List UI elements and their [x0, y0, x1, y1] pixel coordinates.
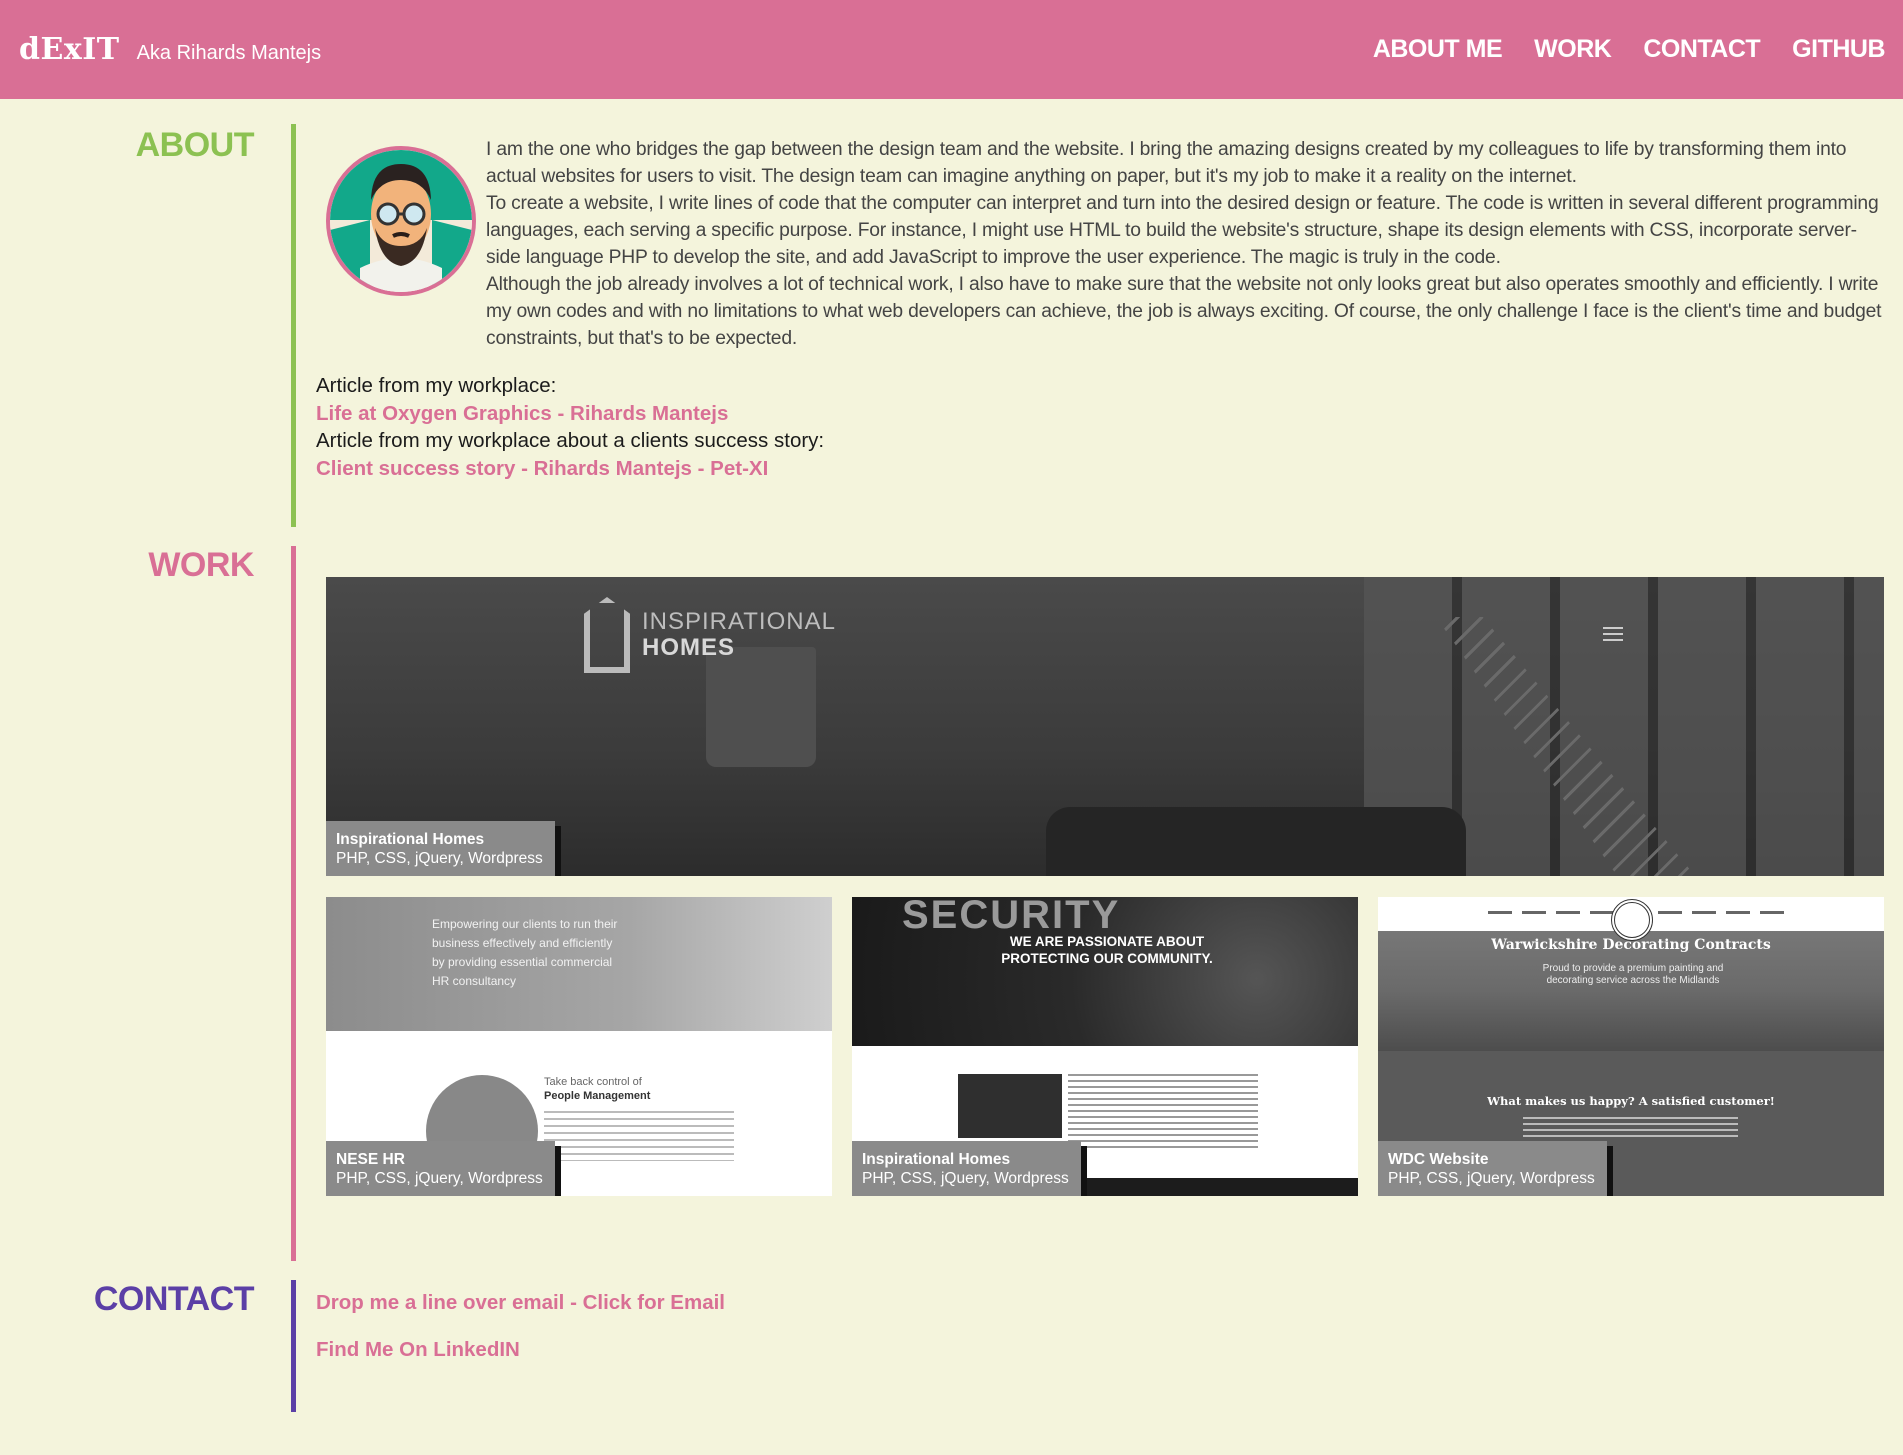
wdc-question: What makes us happy? A satisfied custome… — [1487, 1094, 1775, 1108]
tile-caption-stack: PHP, CSS, jQuery, Wordpress — [862, 1170, 1069, 1187]
wdc-banner-text: Proud to provide a premium painting and … — [1542, 963, 1724, 986]
brand: dExIT Aka Rihards Mantejs — [19, 32, 321, 67]
bio-paragraph-3: Although the job already involves a lot … — [486, 274, 1882, 349]
house-icon — [584, 597, 630, 673]
tile-caption-title: NESE HR — [336, 1151, 405, 1168]
about-divider — [291, 124, 296, 527]
security-body-lines — [1068, 1074, 1258, 1148]
tile-caption: NESE HR PHP, CSS, jQuery, Wordpress — [326, 1141, 555, 1196]
work-tile-security[interactable]: SECURITY WE ARE PASSIONATE ABOUT PROTECT… — [852, 897, 1358, 1196]
tile-caption-title: Inspirational Homes — [862, 1151, 1011, 1168]
main-nav: ABOUT ME WORK CONTACT GITHUB — [1373, 35, 1886, 64]
tile-caption: WDC Website PHP, CSS, jQuery, Wordpress — [1378, 1141, 1607, 1196]
article-link-oxygen[interactable]: Life at Oxygen Graphics - Rihards Mantej… — [316, 400, 824, 428]
avatar-illustration — [330, 150, 472, 292]
wdc-seal-logo — [1611, 899, 1653, 941]
inspirational-homes-logo: INSPIRATIONAL HOMES — [584, 597, 836, 673]
tile-caption-stack: PHP, CSS, jQuery, Wordpress — [336, 850, 543, 867]
hamburger-menu-icon — [1603, 627, 1623, 641]
nav-github[interactable]: GITHUB — [1792, 35, 1885, 64]
contact-divider — [291, 1280, 296, 1412]
tile-caption: Inspirational Homes PHP, CSS, jQuery, Wo… — [326, 821, 555, 876]
tile-caption-stack: PHP, CSS, jQuery, Wordpress — [336, 1170, 543, 1187]
email-link[interactable]: Drop me a line over email - Click for Em… — [316, 1291, 725, 1315]
about-heading: ABOUT — [135, 126, 255, 164]
nese-banner: Empowering our clients to run their busi… — [326, 897, 832, 1031]
site-logo[interactable]: dExIT — [19, 32, 120, 67]
linkedin-link[interactable]: Find Me On LinkedIN — [316, 1338, 725, 1362]
bio-paragraph-1: I am the one who bridges the gap between… — [486, 139, 1847, 187]
about-bio: I am the one who bridges the gap between… — [486, 136, 1891, 352]
tile-caption: Inspirational Homes PHP, CSS, jQuery, Wo… — [852, 1141, 1081, 1196]
nese-subheading-line: Take back control of — [544, 1076, 642, 1088]
nav-about-me[interactable]: ABOUT ME — [1373, 35, 1503, 64]
article-label-2: Article from my workplace about a client… — [316, 429, 825, 452]
nese-banner-text: Empowering our clients to run their busi… — [432, 917, 618, 988]
hero-logo-line-1: INSPIRATIONAL — [642, 608, 836, 635]
security-photo — [958, 1074, 1062, 1138]
nav-work[interactable]: WORK — [1534, 35, 1612, 64]
nese-subheading: Take back control of People Management — [544, 1075, 650, 1103]
tile-caption-title: WDC Website — [1388, 1151, 1489, 1168]
avatar — [326, 146, 476, 296]
article-link-pet-xi[interactable]: Client success story - Rihards Mantejs -… — [316, 455, 824, 483]
work-tile-inspirational-homes-hero[interactable]: INSPIRATIONAL HOMES Inspirational Homes … — [326, 577, 1884, 876]
wdc-banner: Warwickshire Decorating Contracts Proud … — [1378, 931, 1884, 1051]
nese-body-lines — [544, 1111, 734, 1161]
work-tile-nese-hr[interactable]: Empowering our clients to run their busi… — [326, 897, 832, 1196]
wdc-body-lines — [1523, 1117, 1738, 1137]
contact-heading: CONTACT — [93, 1280, 255, 1318]
hero-logo-text: INSPIRATIONAL HOMES — [642, 609, 836, 661]
security-banner-text: WE ARE PASSIONATE ABOUT PROTECTING OUR C… — [1001, 934, 1213, 966]
tile-caption-stack: PHP, CSS, jQuery, Wordpress — [1388, 1170, 1595, 1187]
hero-sofa — [1046, 807, 1466, 876]
security-big-text: SECURITY — [902, 897, 1121, 937]
articles-block: Article from my workplace: Life at Oxyge… — [316, 372, 824, 482]
nav-contact[interactable]: CONTACT — [1643, 35, 1760, 64]
tile-caption-title: Inspirational Homes — [336, 831, 485, 848]
bio-paragraph-2: To create a website, I write lines of co… — [486, 193, 1879, 268]
work-tile-wdc[interactable]: Warwickshire Decorating Contracts Proud … — [1378, 897, 1884, 1196]
site-header: dExIT Aka Rihards Mantejs ABOUT ME WORK … — [0, 0, 1903, 99]
site-tagline: Aka Rihards Mantejs — [136, 42, 322, 64]
work-divider — [291, 546, 296, 1261]
security-banner: SECURITY WE ARE PASSIONATE ABOUT PROTECT… — [852, 897, 1358, 1046]
contact-links: Drop me a line over email - Click for Em… — [316, 1291, 725, 1385]
article-label-1: Article from my workplace: — [316, 374, 557, 397]
hero-logo-line-2: HOMES — [642, 634, 736, 661]
nese-subheading-bold: People Management — [544, 1090, 651, 1102]
work-heading: WORK — [148, 546, 254, 584]
